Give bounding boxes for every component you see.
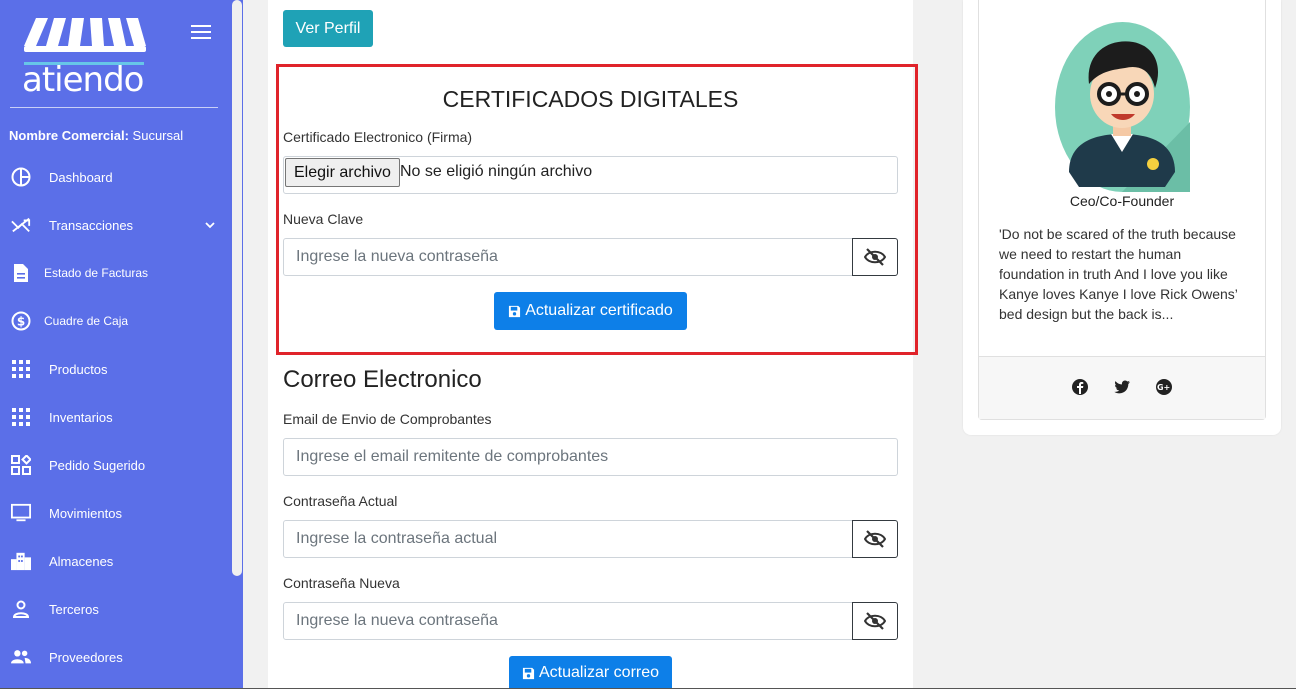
sidebar-item-almacenes[interactable]: Almacenes [0, 541, 232, 581]
sidebar-item-dashboard[interactable]: Dashboard [0, 157, 232, 197]
person-icon [11, 599, 31, 619]
sidebar-item-cuadre-caja[interactable]: $ Cuadre de Caja [0, 301, 232, 341]
sidebar-item-transacciones[interactable]: Transacciones [0, 205, 232, 245]
toggle-visibility-button[interactable] [852, 238, 898, 276]
svg-text:$: $ [17, 315, 25, 329]
logo-text: atiendo [22, 60, 144, 100]
dollar-icon: $ [11, 311, 31, 331]
window-bottom-edge [0, 688, 1296, 694]
svg-text:G+: G+ [1157, 383, 1170, 392]
sidebar: atiendo Nombre Comercial: Sucursal Dashb… [0, 0, 243, 688]
profile-role: Ceo/Co-Founder [1069, 193, 1175, 209]
eye-off-icon [864, 612, 886, 630]
save-icon [522, 667, 535, 679]
buildings-icon [11, 551, 31, 571]
chevron-down-icon [205, 218, 215, 232]
certificate-file-label: Certificado Electronico (Firma) [283, 129, 473, 145]
choose-file-button[interactable]: Elegir archivo [285, 158, 400, 187]
new-password-input[interactable] [283, 602, 853, 640]
avatar [1055, 22, 1190, 192]
sidebar-item-terceros[interactable]: Terceros [0, 589, 232, 629]
new-password-label: Contraseña Nueva [283, 575, 400, 591]
current-password-label: Contraseña Actual [283, 493, 398, 509]
widgets-icon [11, 455, 31, 475]
sender-email-input[interactable] [283, 438, 898, 476]
monitor-icon [11, 503, 31, 523]
eye-off-icon [864, 248, 886, 266]
sidebar-item-inventarios[interactable]: Inventarios [0, 397, 232, 437]
company-name: Nombre Comercial: Sucursal [9, 128, 184, 143]
new-key-input[interactable] [283, 238, 853, 276]
profile-quote: 'Do not be scared of the truth because w… [999, 226, 1238, 322]
toggle-new-password-button[interactable] [852, 602, 898, 640]
sidebar-item-estado-facturas[interactable]: Estado de Facturas [0, 253, 232, 293]
menu-toggle-icon[interactable] [191, 25, 211, 39]
sidebar-item-proveedores[interactable]: Proveedores [0, 637, 232, 677]
sidebar-item-movimientos[interactable]: Movimientos [0, 493, 232, 533]
update-email-button[interactable]: Actualizar correo [509, 656, 672, 690]
file-status-text: No se eligió ningún archivo [400, 163, 593, 180]
sidebar-scrollbar[interactable] [232, 0, 242, 576]
update-certificate-button[interactable]: Actualizar certificado [494, 292, 687, 330]
eye-off-icon [864, 530, 886, 548]
sidebar-item-pedido-sugerido[interactable]: Pedido Sugerido [0, 445, 232, 485]
google-plus-icon[interactable]: G+ [1155, 378, 1173, 396]
new-key-label: Nueva Clave [283, 211, 364, 227]
sidebar-item-productos[interactable]: Productos [0, 349, 232, 389]
sidebar-divider [10, 107, 218, 108]
certificate-file-input[interactable]: Elegir archivo No se eligió ningún archi… [283, 156, 898, 194]
certificates-title: CERTIFICADOS DIGITALES [442, 86, 739, 112]
dashboard-icon [11, 167, 31, 187]
save-icon [509, 305, 521, 317]
transactions-icon [11, 215, 31, 235]
sender-email-label: Email de Envio de Comprobantes [283, 411, 492, 427]
grid-icon [11, 359, 31, 379]
grid-icon [11, 407, 31, 427]
email-section-title: Correo Electronico [283, 366, 482, 393]
invoice-icon [11, 263, 31, 283]
people-icon [11, 647, 31, 667]
twitter-icon[interactable] [1113, 378, 1131, 396]
current-password-input[interactable] [283, 520, 853, 558]
facebook-icon[interactable] [1071, 378, 1089, 396]
toggle-current-password-button[interactable] [852, 520, 898, 558]
ver-perfil-button[interactable]: Ver Perfil [283, 10, 373, 47]
